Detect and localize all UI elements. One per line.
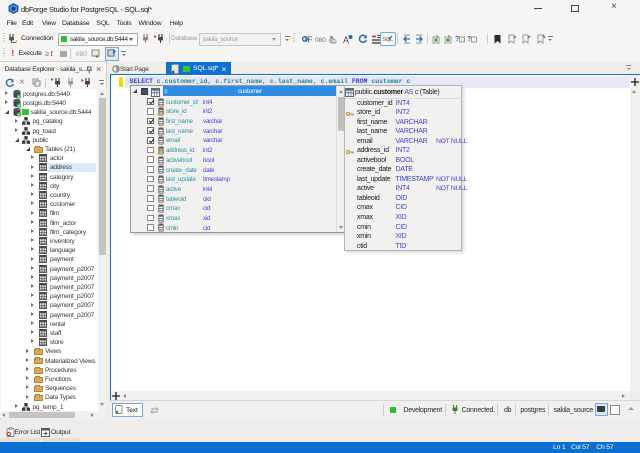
svg-text:F: F — [307, 36, 312, 45]
svg-text:A: A — [343, 35, 349, 44]
svg-text:080: 080 — [76, 51, 87, 58]
svg-text:?: ? — [467, 36, 471, 43]
svg-text:080: 080 — [315, 37, 326, 44]
svg-text:?: ? — [455, 36, 459, 43]
svg-text:≥: ≥ — [45, 49, 49, 58]
svg-text:!: ! — [51, 49, 54, 58]
